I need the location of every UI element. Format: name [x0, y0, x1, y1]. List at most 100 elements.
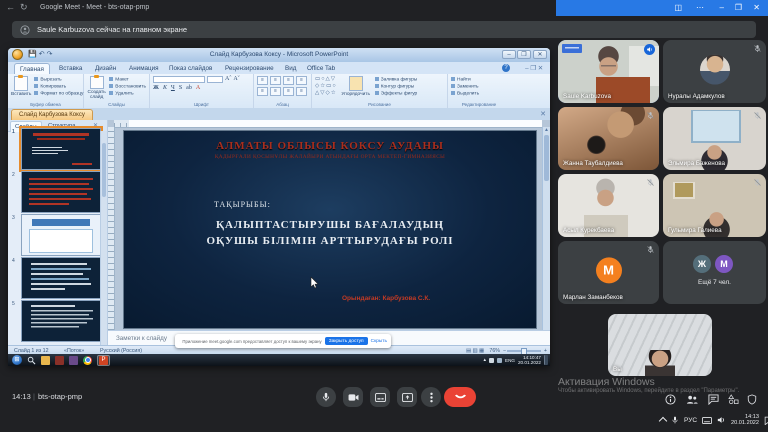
zoom-out-icon[interactable]: − — [503, 348, 506, 354]
grow-font-icon[interactable]: Aˆ — [225, 76, 231, 83]
font-name-select[interactable] — [153, 76, 205, 83]
office-tab-close-icon[interactable]: ✕ — [540, 110, 546, 118]
shrink-font-icon[interactable]: Aˇ — [233, 76, 239, 83]
present-button[interactable] — [397, 387, 417, 407]
powerpoint-titlebar[interactable]: 💾↶↷ Слайд Карбузова Коксу - Microsoft Po… — [8, 48, 550, 63]
cut-button[interactable]: Вырезать — [34, 77, 83, 83]
participant-tile[interactable]: Жанна Таубалдиева — [558, 107, 659, 170]
touch-keyboard-icon[interactable] — [702, 417, 712, 424]
mic-button[interactable] — [316, 387, 336, 407]
bullets-button[interactable]: ≡ — [257, 76, 268, 85]
layout-button[interactable]: Макет — [109, 77, 146, 83]
hide-share-bar-button[interactable]: Скрыть — [371, 339, 387, 344]
restore-icon[interactable]: ❐ — [735, 3, 742, 13]
tab-office-tab[interactable]: Office Tab — [302, 63, 340, 74]
arrange-button[interactable]: Упорядочить — [340, 76, 372, 100]
captions-button[interactable] — [370, 387, 390, 407]
participant-tile[interactable]: Асыл Курекбаева — [558, 174, 659, 237]
tab-insert[interactable]: Вставка — [54, 63, 87, 74]
back-icon[interactable]: ← — [6, 2, 15, 12]
paste-button[interactable]: Вставить — [11, 76, 31, 100]
delete-button[interactable]: Удалить — [109, 91, 146, 97]
view-buttons[interactable]: ▤ ▥ ▦ — [466, 348, 484, 354]
activities-button[interactable] — [727, 393, 739, 405]
font-color-button[interactable]: A — [196, 85, 200, 91]
overflow-participants-tile[interactable]: Ж М Ещё 7 чел. — [663, 241, 766, 304]
chat-button[interactable] — [707, 393, 719, 405]
slide-thumbnail-5[interactable] — [21, 300, 101, 342]
shared-start-button[interactable]: ⊞ — [12, 355, 22, 365]
close-icon[interactable]: ✕ — [753, 3, 760, 13]
self-view-tile[interactable]: Вы — [608, 314, 712, 376]
shadow-button[interactable]: S — [179, 85, 182, 91]
shape-outline-button[interactable]: Контур фигуры — [375, 84, 418, 90]
more-options-button[interactable] — [421, 387, 441, 407]
new-slide-button[interactable]: Создать слайд — [87, 76, 106, 100]
editor-scrollbar[interactable]: ▲ — [542, 127, 550, 330]
shared-explorer-icon[interactable] — [41, 356, 50, 365]
stop-sharing-button[interactable]: Закрыть доступ — [325, 337, 368, 345]
language-indicator[interactable]: Русский (Россия) — [100, 348, 142, 354]
ppt-restore-button[interactable]: ❐ — [517, 50, 531, 59]
participant-tile[interactable]: Эльмира Баженова — [663, 107, 766, 170]
replace-button[interactable]: Заменить — [451, 84, 479, 90]
participant-tile[interactable]: Нуралы Адамкулов — [663, 40, 766, 103]
shared-app-icon-1[interactable] — [55, 356, 64, 365]
participants-button[interactable] — [686, 393, 698, 405]
shared-tray-chevron[interactable]: ▴ — [484, 357, 487, 363]
participant-tile[interactable]: Гульмира Галиева — [663, 174, 766, 237]
slide-thumbnail-2[interactable] — [21, 171, 101, 213]
font-size-select[interactable] — [207, 76, 223, 83]
shared-tray-icon-1[interactable] — [489, 358, 494, 363]
tray-chevron-icon[interactable] — [659, 417, 667, 425]
find-button[interactable]: Найти — [451, 77, 479, 83]
shared-tray-icon-2[interactable] — [497, 358, 502, 363]
shared-powerpoint-icon[interactable]: P — [97, 355, 110, 366]
indent-increase-button[interactable]: ≡ — [296, 76, 307, 85]
pane-scrollbar[interactable] — [100, 131, 107, 345]
volume-icon[interactable] — [717, 416, 726, 424]
action-center-icon[interactable] — [764, 416, 768, 425]
tray-mic-icon[interactable] — [671, 416, 679, 424]
doc-window-controls[interactable]: – ❐ ✕ — [520, 63, 548, 74]
bold-button[interactable]: Ж — [153, 85, 159, 91]
justify-button[interactable]: ≡ — [296, 87, 307, 96]
select-button[interactable]: Выделить — [451, 91, 479, 97]
shared-search-icon[interactable] — [27, 356, 36, 365]
align-center-button[interactable]: ≡ — [270, 87, 281, 96]
tab-slideshow[interactable]: Показ слайдов — [164, 63, 217, 74]
participant-tile[interactable]: Saule Karbuzova — [558, 40, 659, 103]
participant-tile[interactable]: M Марлан Заманбеков — [558, 241, 659, 304]
reset-button[interactable]: Восстановить — [109, 84, 146, 90]
align-left-button[interactable]: ≡ — [257, 87, 268, 96]
shape-effects-button[interactable]: Эффекты фигур — [375, 91, 418, 97]
indent-decrease-button[interactable]: ≡ — [283, 76, 294, 85]
system-clock[interactable]: 14:13 20.01.2022 — [731, 414, 759, 427]
meeting-details-button[interactable] — [664, 393, 676, 405]
slide-thumbnail-3[interactable] — [21, 214, 101, 256]
copy-button[interactable]: Копировать — [34, 84, 83, 90]
shape-fill-button[interactable]: Заливка фигуры — [375, 77, 418, 83]
end-call-button[interactable] — [444, 387, 476, 407]
tab-view[interactable]: Вид — [280, 63, 301, 74]
format-painter-button[interactable]: Формат по образцу — [34, 91, 83, 97]
shared-clock[interactable]: 14:10:47 20.01.2022 — [518, 355, 541, 366]
shared-app-icon-2[interactable] — [69, 356, 78, 365]
tab-design[interactable]: Дизайн — [90, 63, 121, 74]
language-indicator[interactable]: РУС — [684, 417, 697, 424]
host-controls-button[interactable] — [746, 393, 758, 405]
help-icon[interactable]: ? — [502, 64, 510, 72]
numbering-button[interactable]: ≡ — [270, 76, 281, 85]
refresh-icon[interactable]: ↻ — [20, 2, 28, 13]
italic-button[interactable]: К — [163, 85, 167, 91]
shapes-gallery[interactable]: ▭○△▽◇☆▭○△▽◇☆ — [315, 76, 337, 100]
slide-canvas[interactable]: АЛМАТЫ ОБЛЫСЫ КОКСУ АУДАНЫ ҚАДЫРҒАЛИ ҚОС… — [123, 130, 537, 329]
align-right-button[interactable]: ≡ — [283, 87, 294, 96]
shared-show-desktop[interactable] — [544, 355, 548, 365]
tab-strip-icon[interactable]: ◫ — [674, 3, 682, 13]
minimize-icon[interactable]: – — [720, 3, 724, 13]
underline-button[interactable]: Ч — [171, 85, 175, 91]
more-menu-icon[interactable]: ⋯ — [696, 3, 704, 13]
shared-language-indicator[interactable]: ENG — [505, 358, 515, 363]
zoom-in-icon[interactable]: + — [544, 348, 547, 354]
